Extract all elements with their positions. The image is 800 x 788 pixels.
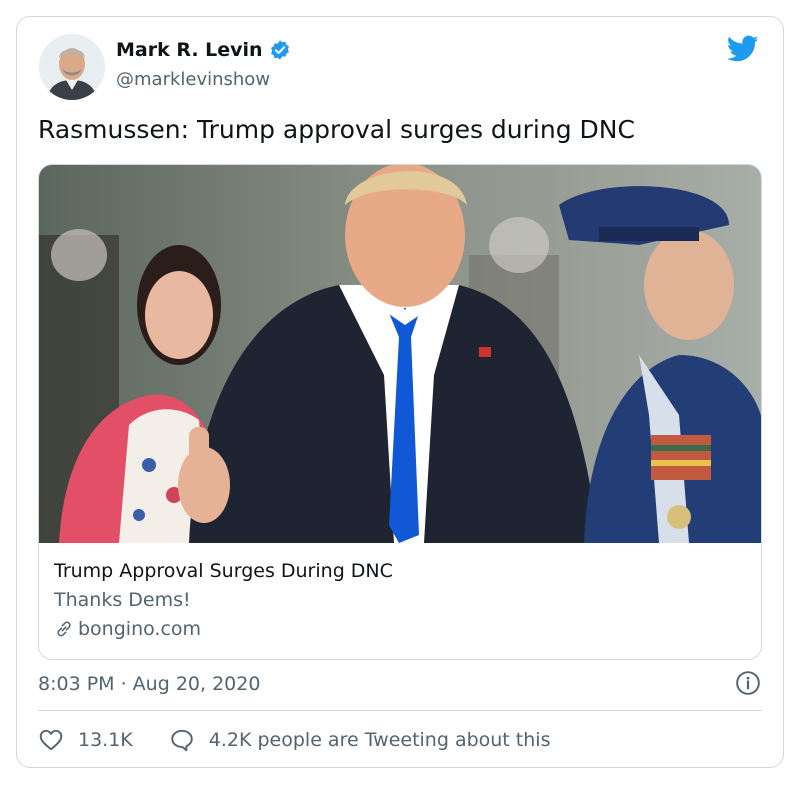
heart-icon	[39, 729, 63, 751]
link-preview-card[interactable]: Trump Approval Surges During DNC Thanks …	[38, 164, 762, 660]
link-domain[interactable]: bongino.com	[78, 618, 201, 640]
twitter-bird-icon[interactable]	[727, 35, 759, 63]
divider	[38, 710, 762, 711]
avatar-photo	[39, 34, 105, 100]
author-name-row[interactable]: Mark R. Levin	[116, 39, 291, 61]
link-preview-image	[39, 165, 761, 543]
link-title[interactable]: Trump Approval Surges During DNC	[54, 560, 393, 582]
verified-badge-icon	[270, 40, 289, 60]
tweet-card[interactable]: Mark R. Levin @marklevinshow Rasmussen: …	[16, 16, 784, 768]
like-count: 13.1K	[78, 729, 133, 751]
author-handle[interactable]: @marklevinshow	[116, 69, 270, 90]
avatar[interactable]	[39, 34, 105, 100]
info-icon[interactable]	[735, 670, 761, 696]
author-name[interactable]: Mark R. Levin	[116, 39, 263, 61]
link-description: Thanks Dems!	[54, 589, 191, 611]
like-button[interactable]: 13.1K	[38, 727, 133, 753]
conversation-button[interactable]: 4.2K people are Tweeting about this	[169, 727, 551, 753]
link-domain-row[interactable]: bongino.com	[54, 618, 201, 640]
tweet-text: Rasmussen: Trump approval surges during …	[38, 115, 635, 144]
tweet-timestamp[interactable]: 8:03 PM · Aug 20, 2020	[38, 673, 260, 695]
action-bar: 13.1K 4.2K people are Tweeting about thi…	[38, 727, 550, 753]
speech-bubble-icon	[171, 729, 193, 752]
link-icon	[57, 621, 71, 637]
conversation-text: 4.2K people are Tweeting about this	[208, 729, 551, 751]
